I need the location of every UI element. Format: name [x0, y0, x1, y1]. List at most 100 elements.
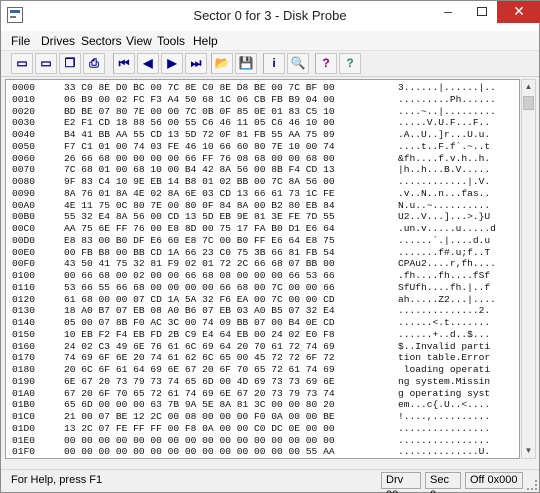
- row-ascii: N.u..~..........: [398, 199, 491, 211]
- row-bytes: 10 EB F2 F4 EB FD 2B C9 E4 64 EB 00 24 0…: [64, 328, 335, 340]
- menu-view[interactable]: View: [126, 34, 152, 48]
- row-ascii: em...c{.U..<....: [398, 399, 491, 411]
- info-button[interactable]: i: [263, 53, 285, 74]
- row-ascii: ....t..F.f`.~..t: [398, 140, 491, 152]
- row-offset: 0140: [12, 317, 36, 328]
- row-ascii: .........Ph......: [398, 93, 496, 105]
- row-offset: 00F0: [12, 258, 36, 270]
- row-ascii: ................: [398, 434, 491, 446]
- menu-tools[interactable]: Tools: [157, 34, 185, 48]
- row-ascii: .....V.U.F...F..: [398, 117, 491, 129]
- row-offset: 0000: [12, 82, 36, 93]
- row-bytes: 9F 83 C4 10 9E EB 14 B8 01 02 BB 00 7C 8…: [64, 176, 335, 187]
- scroll-up-button[interactable]: ▲: [522, 80, 535, 94]
- next-sector-icon: ▶: [167, 56, 177, 70]
- open-button[interactable]: 📂: [211, 53, 233, 74]
- open-folder-icon: 📂: [214, 56, 230, 70]
- status-bar: For Help, press F1 Drv 00 Sec 0 Off 0x00…: [1, 469, 539, 493]
- row-bytes: 24 02 C3 49 6E 76 61 6C 69 64 20 70 61 7…: [64, 340, 335, 352]
- last-sector-button[interactable]: ⏭: [185, 53, 207, 74]
- row-bytes: AA 75 6E FF 76 00 E8 8D 00 75 17 FA B0 D…: [64, 223, 335, 234]
- first-sector-button[interactable]: ⏮: [113, 53, 135, 74]
- read-drive-button[interactable]: ▭: [11, 53, 33, 74]
- context-help-icon: ?: [346, 56, 354, 70]
- menu-bar: File Drives Sectors View Tools Help: [1, 31, 539, 51]
- row-offset: 01D0: [12, 422, 36, 434]
- row-ascii: !....,..........: [398, 411, 491, 422]
- next-sector-button[interactable]: ▶: [161, 53, 183, 74]
- menu-sectors[interactable]: Sectors: [81, 34, 122, 48]
- minimize-button[interactable]: –: [433, 1, 463, 23]
- row-offset: 01C0: [12, 411, 36, 422]
- row-ascii: loading operati: [398, 364, 491, 375]
- save-button[interactable]: 💾: [235, 53, 257, 74]
- maximize-icon: [477, 7, 487, 16]
- last-sector-icon: ⏭: [190, 56, 202, 70]
- row-bytes: E8 83 00 B0 DF E6 60 E8 7C 00 B0 FF E6 6…: [64, 234, 335, 246]
- info-icon: i: [272, 56, 276, 70]
- row-ascii: ......+..d..$...: [398, 328, 491, 340]
- row-ascii: $..Invalid parti: [398, 340, 491, 352]
- previous-sector-button[interactable]: ◀: [137, 53, 159, 74]
- row-ascii: U2..V...]...>.}U: [398, 211, 491, 223]
- row-ascii: ..............U.: [398, 446, 491, 458]
- row-offset: 0130: [12, 305, 36, 317]
- copy-button[interactable]: ❐: [59, 53, 81, 74]
- row-ascii: ....~..|.........: [398, 105, 496, 117]
- row-offset: 0150: [12, 328, 36, 340]
- row-offset: 01E0: [12, 434, 36, 446]
- row-bytes: 7C 68 01 00 68 10 00 B4 42 8A 56 00 8B F…: [64, 164, 335, 176]
- row-bytes: 61 68 00 00 07 CD 1A 5A 32 F6 EA 00 7C 0…: [64, 293, 335, 305]
- sector-view-button[interactable]: ▭: [35, 53, 57, 74]
- row-ascii: g operating syst: [398, 387, 491, 399]
- row-offset: 0120: [12, 293, 36, 305]
- print-button[interactable]: ⎙: [83, 53, 105, 74]
- close-button[interactable]: ✕: [497, 1, 540, 23]
- menu-file[interactable]: File: [11, 34, 30, 48]
- row-offset: 00B0: [12, 211, 36, 223]
- row-bytes: 55 32 E4 8A 56 00 CD 13 5D EB 9E 81 3E F…: [64, 211, 335, 223]
- menu-drives[interactable]: Drives: [41, 34, 75, 48]
- row-offset: 00E0: [12, 246, 36, 258]
- row-offset: 0060: [12, 152, 36, 164]
- maximize-button[interactable]: [467, 1, 497, 23]
- row-ascii: SfUfh....fh.|..f: [398, 281, 491, 293]
- status-offset: Off 0x000: [465, 472, 523, 489]
- scroll-thumb[interactable]: [523, 96, 534, 110]
- row-ascii: ............|.V.: [398, 176, 491, 187]
- row-offset: 0090: [12, 187, 36, 199]
- row-ascii: tion table.Error: [398, 352, 491, 364]
- row-offset: 0050: [12, 140, 36, 152]
- row-bytes: 13 2C 07 FE FF FF 00 F8 0A 00 00 C0 DC 0…: [64, 422, 335, 434]
- menu-help[interactable]: Help: [193, 34, 218, 48]
- save-icon: 💾: [238, 56, 254, 70]
- hex-view[interactable]: 0000 33 C0 8E D0 BC 00 7C 8E C0 8E D8 BE …: [5, 79, 520, 459]
- vertical-scrollbar[interactable]: ▲ ▼: [521, 79, 536, 459]
- row-offset: 0020: [12, 105, 36, 117]
- sector-view-icon: ▭: [40, 56, 52, 70]
- resize-grip-icon[interactable]: [527, 480, 537, 490]
- title-bar[interactable]: Sector 0 for 3 - Disk Probe – ✕: [1, 1, 540, 31]
- row-bytes: F7 C1 01 00 74 03 FE 46 10 66 60 80 7E 1…: [64, 140, 335, 152]
- row-offset: 0160: [12, 340, 36, 352]
- status-drive: Drv 00: [381, 472, 421, 493]
- row-offset: 0010: [12, 93, 36, 105]
- disk-probe-window: Sector 0 for 3 - Disk Probe – ✕ File Dri…: [0, 0, 540, 493]
- row-offset: 01A0: [12, 387, 36, 399]
- row-ascii: .v..N..n...fas..: [398, 187, 491, 199]
- copy-icon: ❐: [64, 56, 76, 70]
- scroll-down-button[interactable]: ▼: [522, 444, 535, 458]
- row-bytes: 00 00 00 00 00 00 00 00 00 00 00 00 00 0…: [64, 434, 335, 446]
- row-offset: 0080: [12, 176, 36, 187]
- row-bytes: 00 66 68 00 02 00 00 66 68 08 00 00 00 6…: [64, 270, 335, 281]
- row-bytes: 43 50 41 75 32 81 F9 02 01 72 2C 66 68 0…: [64, 258, 335, 270]
- row-bytes: 8A 76 01 8A 4E 02 8A 6E 03 CD 13 66 61 7…: [64, 187, 335, 199]
- find-button[interactable]: 🔍: [287, 53, 309, 74]
- help-button[interactable]: ?: [315, 53, 337, 74]
- row-ascii: .fh....fh....fSf: [398, 270, 491, 281]
- row-ascii: ......<.t.......: [398, 317, 491, 328]
- row-ascii: .......f#.u;f..T: [398, 246, 491, 258]
- row-offset: 0100: [12, 270, 36, 281]
- row-bytes: 74 69 6F 6E 20 74 61 62 6C 65 00 45 72 7…: [64, 352, 335, 364]
- context-help-button[interactable]: ?: [339, 53, 361, 74]
